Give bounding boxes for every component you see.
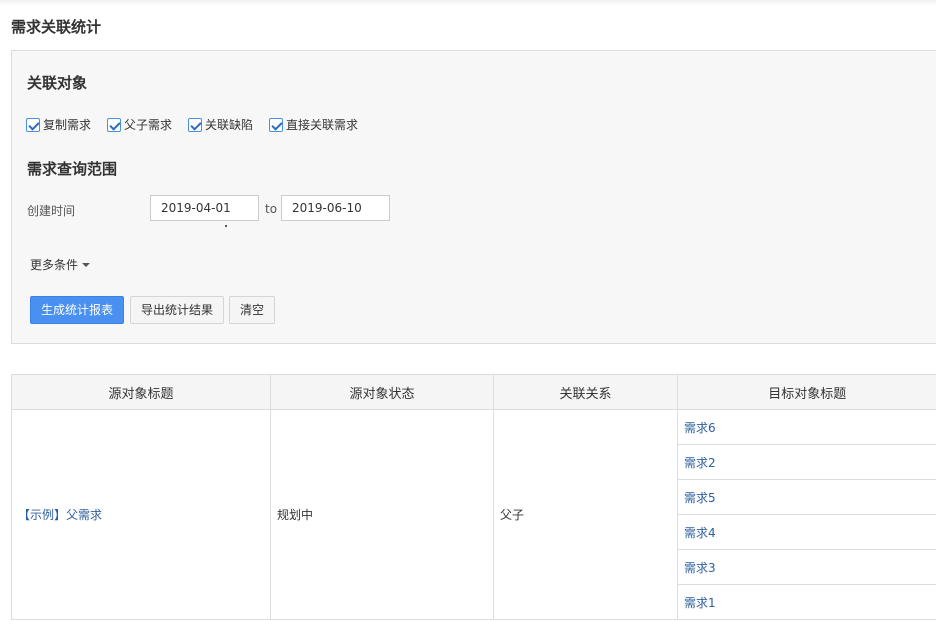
target-cell: 需求1 bbox=[677, 584, 936, 620]
checkbox-checked-icon[interactable] bbox=[188, 117, 203, 132]
more-conditions-label: 更多条件 bbox=[30, 258, 79, 272]
source-title-link[interactable]: 【示例】父需求 bbox=[18, 508, 102, 522]
header-source-title: 源对象标题 bbox=[11, 374, 271, 410]
relation-section-title: 关联对象 bbox=[27, 74, 88, 92]
top-shadow bbox=[0, 0, 936, 6]
stray-dot bbox=[225, 225, 227, 227]
checkbox-direct-related-requirement[interactable]: 直接关联需求 bbox=[269, 116, 358, 133]
checkbox-label: 关联缺陷 bbox=[205, 118, 254, 132]
checkbox-checked-icon[interactable] bbox=[269, 117, 284, 132]
target-link[interactable]: 需求1 bbox=[684, 596, 716, 610]
created-time-label: 创建时间 bbox=[27, 204, 76, 218]
target-link[interactable]: 需求5 bbox=[684, 491, 716, 505]
more-conditions-toggle[interactable]: 更多条件 bbox=[30, 256, 91, 273]
target-cell: 需求4 bbox=[677, 514, 936, 550]
page-title: 需求关联统计 bbox=[11, 18, 102, 36]
header-relation: 关联关系 bbox=[493, 374, 678, 410]
checkbox-related-defect[interactable]: 关联缺陷 bbox=[188, 116, 253, 133]
clear-button[interactable]: 清空 bbox=[229, 296, 275, 324]
filter-panel: 关联对象 复制需求 父子需求 关联缺陷 直接关联需求 需求查询范围 创建时间 2… bbox=[11, 50, 936, 344]
checkbox-label: 直接关联需求 bbox=[286, 118, 359, 132]
target-link[interactable]: 需求6 bbox=[684, 421, 716, 435]
header-target-title: 目标对象标题 bbox=[677, 374, 936, 410]
checkbox-copy-requirement[interactable]: 复制需求 bbox=[26, 116, 91, 133]
source-status-cell: 规划中 bbox=[270, 409, 494, 620]
range-section-title: 需求查询范围 bbox=[27, 160, 118, 178]
target-cell: 需求5 bbox=[677, 479, 936, 515]
target-link[interactable]: 需求4 bbox=[684, 526, 716, 540]
target-cell: 需求2 bbox=[677, 444, 936, 480]
header-source-status: 源对象状态 bbox=[270, 374, 494, 410]
date-to-input[interactable]: 2019-06-10 bbox=[281, 195, 390, 221]
checkbox-parent-child-requirement[interactable]: 父子需求 bbox=[107, 116, 172, 133]
caret-down-icon bbox=[82, 262, 91, 267]
table-row: 【示例】父需求 规划中 父子 需求6 bbox=[11, 409, 936, 620]
source-title-cell: 【示例】父需求 bbox=[11, 409, 271, 620]
checkbox-checked-icon[interactable] bbox=[26, 117, 40, 132]
date-from-input[interactable]: 2019-04-01 bbox=[150, 195, 259, 221]
table-header-row: 源对象标题 源对象状态 关联关系 目标对象标题 bbox=[11, 374, 936, 410]
generate-report-button[interactable]: 生成统计报表 bbox=[30, 296, 124, 324]
checkbox-label: 父子需求 bbox=[124, 118, 173, 132]
target-link[interactable]: 需求3 bbox=[684, 561, 716, 575]
target-cell: 需求3 bbox=[677, 549, 936, 585]
relation-stats-table: 源对象标题 源对象状态 关联关系 目标对象标题 【示例】父需求 规划中 父子 需… bbox=[11, 374, 936, 620]
date-range-separator: to bbox=[265, 202, 278, 216]
export-results-button[interactable]: 导出统计结果 bbox=[130, 296, 224, 324]
relation-cell: 父子 bbox=[493, 409, 678, 620]
target-cell: 需求6 bbox=[677, 409, 936, 445]
checkbox-checked-icon[interactable] bbox=[107, 117, 122, 132]
relation-checkbox-group: 复制需求 父子需求 关联缺陷 直接关联需求 bbox=[26, 116, 374, 133]
target-link[interactable]: 需求2 bbox=[684, 456, 716, 470]
checkbox-label: 复制需求 bbox=[43, 118, 92, 132]
